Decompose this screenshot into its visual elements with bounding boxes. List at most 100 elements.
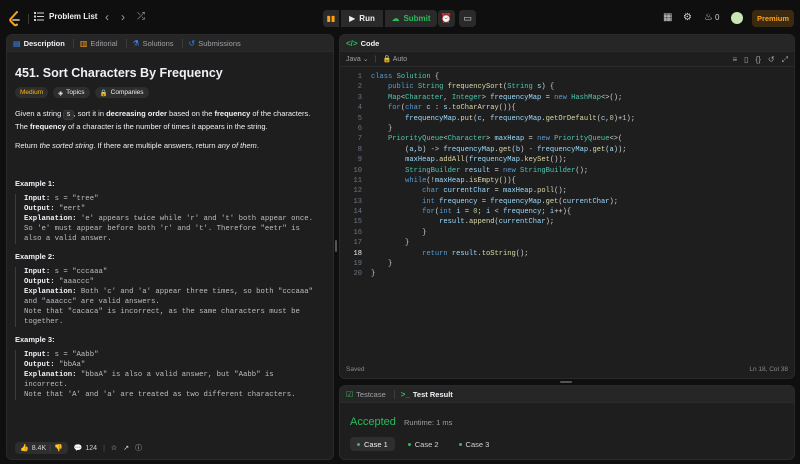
example-value: "bbaA" is also a valid answer, but "Aabb… (76, 371, 274, 379)
bug-icon: ▮▮ (326, 14, 336, 23)
leetcode-logo[interactable] (8, 11, 22, 27)
code-line[interactable]: 16 } (340, 228, 794, 238)
braces-icon[interactable]: {} (756, 55, 761, 65)
code-line[interactable]: 1 class Solution { (340, 72, 794, 82)
vertical-resize-handle[interactable] (335, 240, 337, 252)
submit-label: Submit (403, 14, 431, 23)
layout-icon[interactable]: ▦ (663, 12, 672, 23)
example-block: Input: s = "Aabb" Output: "bbAa" Explanati… (15, 350, 325, 400)
code-line[interactable]: 14 for(int i = 0; i < frequency; i++){ (340, 207, 794, 217)
problem-tabs: ▤ Description ▥ Editorial ⚗ Solutions ↺ … (7, 35, 333, 52)
code-line[interactable]: 20} (340, 269, 794, 279)
bookmark-icon[interactable]: ▯ (744, 55, 748, 65)
tab-submissions[interactable]: ↺ Submissions (189, 39, 249, 48)
run-button[interactable]: ▶ Run (341, 10, 383, 27)
notes-button[interactable]: ▭ (459, 10, 476, 27)
premium-button[interactable]: Premium (752, 10, 794, 27)
tab-description[interactable]: ▤ Description (13, 39, 73, 48)
test-tabs: ☑ Testcase >_ Test Result (340, 386, 794, 403)
problem-panel: ▤ Description ▥ Editorial ⚗ Solutions ↺ … (6, 34, 334, 460)
streak-fire-icon[interactable]: ♨ (704, 12, 713, 23)
example-line: Output: "eert" (24, 204, 325, 214)
code-line[interactable]: 2 public String frequencySort(String s) … (340, 82, 794, 92)
line-number: 19 (353, 260, 362, 269)
tab-divider (393, 389, 395, 399)
code-text: (a,b) -> frequencyMap.get(b) - frequency… (371, 145, 627, 154)
code-line[interactable]: 8 (a,b) -> frequencyMap.get(b) - frequen… (340, 145, 794, 155)
code-line[interactable]: 5 frequencyMap.put(c, frequencyMap.getOr… (340, 114, 794, 124)
code-line[interactable]: 11 while(!maxHeap.isEmpty()){ (340, 176, 794, 186)
line-number: 2 (357, 83, 362, 92)
line-number: 3 (357, 93, 362, 102)
problem-list-button[interactable]: Problem List (34, 12, 97, 21)
auto-mode-toggle[interactable]: 🔒 Auto (382, 55, 407, 63)
line-number: 18 (353, 249, 362, 258)
timer-button[interactable]: ⏰ (438, 10, 455, 27)
shuffle-icon[interactable]: ⤮ (137, 11, 145, 23)
tab-test-result[interactable]: >_ Test Result (401, 390, 461, 399)
history-icon: ↺ (188, 38, 196, 48)
divider (28, 14, 29, 24)
tab-solutions[interactable]: ⚗ Solutions (133, 39, 182, 48)
code-line[interactable]: 18 return result.toString(); (340, 249, 794, 259)
test-case-tab[interactable]: Case 2 (401, 437, 446, 451)
code-line[interactable]: 7 PriorityQueue<Character> maxHeap = new… (340, 134, 794, 144)
run-label: Run (359, 14, 375, 23)
format-icon[interactable]: ≡ (732, 55, 737, 65)
example-line: incorrect. (24, 380, 325, 390)
tab-code[interactable]: </> Code (346, 39, 387, 48)
bold-text: frequency (214, 109, 251, 118)
code-line[interactable]: 6 } (340, 124, 794, 134)
test-case-tab[interactable]: Case 1 (350, 437, 395, 451)
submit-button[interactable]: ☁ Submit (385, 10, 437, 27)
tab-editorial[interactable]: ▥ Editorial (80, 39, 126, 48)
companies-tag[interactable]: 🔒 Companies (94, 87, 149, 98)
tab-testcase[interactable]: ☑ Testcase (346, 390, 394, 399)
example-value: also a valid answer. (24, 235, 112, 243)
next-problem-icon[interactable]: › (121, 11, 125, 23)
code-line[interactable]: 17 } (340, 238, 794, 248)
example-value: s = "tree" (50, 195, 99, 203)
example-line: Input: s = "tree" (24, 194, 325, 204)
runtime-text: Runtime: 1 ms (404, 418, 453, 427)
code-line[interactable]: 3 Map<Character, Integer> frequencyMap =… (340, 93, 794, 103)
code-line[interactable]: 12 char currentChar = maxHeap.poll(); (340, 186, 794, 196)
list-icon (34, 12, 44, 21)
star-icon[interactable]: ☆ (111, 444, 117, 452)
test-case-tab[interactable]: Case 3 (452, 437, 497, 451)
note-icon: ▭ (463, 13, 472, 23)
top-navbar: Problem List ‹ › ⤮ ▮▮ ▶ Run ☁ Submit ⏰ ▭… (0, 0, 800, 36)
code-area[interactable]: 1 class Solution {2 public String frequen… (340, 72, 794, 280)
share-icon[interactable]: ↗ (123, 444, 129, 452)
prev-problem-icon[interactable]: ‹ (105, 11, 109, 23)
problem-title[interactable]: 451. Sort Characters By Frequency (15, 66, 325, 80)
code-text: for(char c : s.toCharArray()){ (388, 104, 516, 113)
thumbs-down-icon[interactable]: 👎 (54, 444, 63, 452)
code-line[interactable]: 13 int frequency = frequencyMap.get(curr… (340, 197, 794, 207)
reset-icon[interactable]: ↺ (768, 55, 775, 65)
help-icon[interactable]: ⓘ (135, 443, 142, 453)
example-block: Input: s = "cccaaa" Output: "aaaccc" Expla… (15, 267, 325, 327)
code-line[interactable]: 19 } (340, 259, 794, 269)
topics-tag[interactable]: ◈ Topics (53, 87, 90, 98)
line-number: 8 (357, 145, 362, 154)
examples: Example 1: Input: s = "tree" Output: "eert… (15, 179, 325, 400)
code-text: } (371, 228, 427, 237)
example-line: Explanation: 'e' appears twice while 'r'… (24, 214, 325, 224)
code-line[interactable]: 10 StringBuilder result = new StringBuil… (340, 166, 794, 176)
example-label: Explanation: (24, 288, 77, 296)
code-line[interactable]: 9 maxHeap.addAll(frequencyMap.keySet()); (340, 155, 794, 165)
like-button[interactable]: 👍 8.4K | 👎 (15, 442, 68, 454)
language-select[interactable]: Java ⌄ (346, 55, 369, 63)
code-line[interactable]: 4 for(char c : s.toCharArray()){ (340, 103, 794, 113)
pass-dot-icon (407, 442, 411, 446)
horizontal-resize-handle[interactable] (560, 381, 572, 383)
example-label: Input: (24, 268, 51, 276)
settings-icon[interactable]: ⚙ (683, 12, 692, 23)
comments-button[interactable]: 💬 124 (74, 444, 97, 453)
code-line[interactable]: 15 result.append(currentChar); (340, 217, 794, 227)
code-text: for(int i = 0; i < frequency; i++){ (422, 208, 572, 217)
debug-button[interactable]: ▮▮ (323, 10, 339, 27)
avatar[interactable] (731, 12, 743, 24)
fullscreen-icon[interactable]: ⤢ (782, 55, 788, 65)
